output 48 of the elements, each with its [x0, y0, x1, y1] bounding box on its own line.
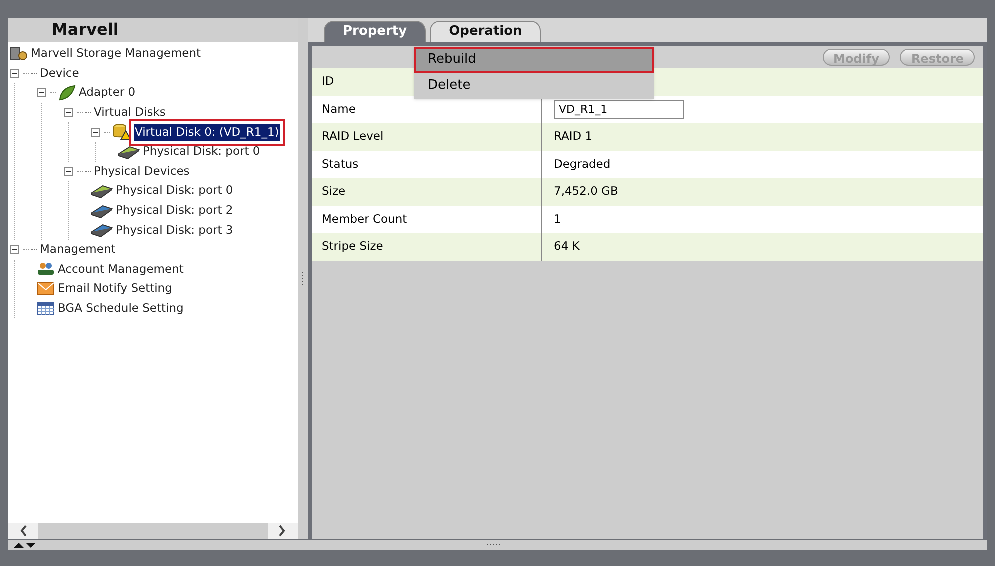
property-label: Status: [322, 156, 359, 173]
property-value: 1: [554, 210, 562, 228]
envelope-icon: [37, 282, 55, 296]
property-label: Size: [322, 183, 346, 200]
leaf-icon: [58, 84, 76, 101]
server-icon: [10, 46, 28, 62]
collapse-toggle[interactable]: [64, 108, 73, 118]
tree-item[interactable]: Physical Disk: port 3: [115, 222, 234, 239]
tree-item[interactable]: Marvell Storage Management: [30, 45, 202, 62]
horizontal-scrollbar[interactable]: [8, 523, 298, 539]
chevron-left-icon[interactable]: [20, 525, 28, 537]
users-icon: [37, 262, 55, 276]
property-label: RAID Level: [322, 128, 384, 146]
tree-item[interactable]: Virtual Disks: [93, 104, 167, 122]
chevron-right-icon[interactable]: [278, 525, 286, 537]
tree-item[interactable]: Physical Disk: port 0: [115, 182, 234, 200]
property-value: 7,452.0 GB: [554, 183, 618, 200]
property-label: Name: [322, 100, 356, 118]
tree-item[interactable]: Account Management: [57, 260, 185, 278]
calendar-icon: [37, 302, 55, 316]
name-input[interactable]: VD_R1_1: [554, 100, 684, 119]
collapse-toggle[interactable]: [91, 128, 100, 137]
tree-item[interactable]: Physical Disk: port 2: [115, 202, 234, 220]
menu-item[interactable]: Rebuild: [414, 47, 654, 73]
menu-item[interactable]: Delete: [414, 73, 654, 99]
tree-item[interactable]: Adapter 0: [78, 84, 137, 102]
tree-item[interactable]: BGA Schedule Setting: [57, 300, 185, 318]
property-value: 64 K: [554, 238, 580, 256]
property-value: Degraded: [554, 156, 611, 173]
database-warning-icon: [112, 123, 132, 142]
property-label: Stripe Size: [322, 238, 384, 256]
tree-item[interactable]: Management: [39, 241, 117, 258]
collapse-toggle[interactable]: [64, 166, 73, 176]
collapse-toggle[interactable]: [10, 245, 19, 254]
collapse-arrows-icon[interactable]: [14, 542, 36, 548]
tree-item[interactable]: Physical Devices: [93, 162, 191, 180]
tree-item[interactable]: Physical Disk: port 0: [142, 143, 262, 160]
property-value: RAID 1: [554, 128, 593, 146]
tree-item[interactable]: Virtual Disk 0: (VD_R1_1): [134, 124, 280, 141]
property-label: Member Count: [322, 210, 408, 228]
collapse-toggle[interactable]: [10, 68, 19, 78]
tab[interactable]: Property: [324, 21, 426, 42]
panel-title: Marvell: [8, 18, 298, 42]
tree-item[interactable]: Email Notify Setting: [57, 280, 174, 298]
property-label: ID: [322, 73, 334, 90]
tab[interactable]: Operation: [430, 21, 542, 42]
collapse-toggle[interactable]: [37, 88, 46, 98]
tree-item[interactable]: Device: [39, 64, 80, 82]
